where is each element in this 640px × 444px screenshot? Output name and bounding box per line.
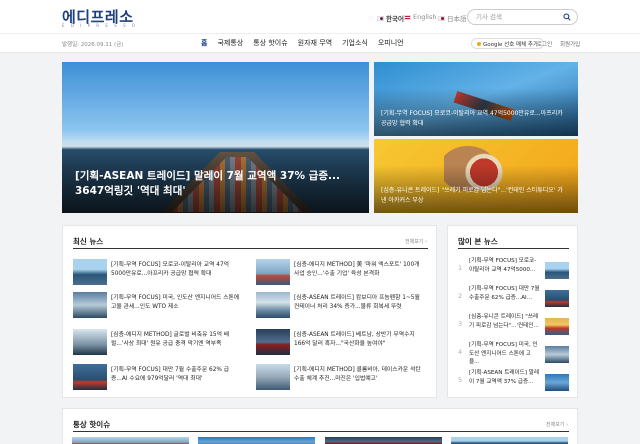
kr-flag-icon — [377, 15, 384, 21]
news-item[interactable]: [심층-에디지 METHOD] 美 '파워 엑스포트' 100개 사업 승인..… — [256, 259, 426, 287]
most-read-title: [심층-유니콘 트레이드] "쓰레기 피로감 넘는다"...'컨테인... — [469, 314, 539, 329]
most-read-thumbnail — [545, 262, 569, 279]
news-thumbnail — [73, 329, 107, 355]
news-thumbnail — [73, 292, 107, 318]
main-nav: 홈 국제통상 통상 핫이슈 원자재 무역 기업소식 오피니언 — [196, 38, 409, 48]
rank-number: 2 — [458, 292, 463, 300]
most-read-item[interactable]: 3 [심층-유니콘 트레이드] "쓰레기 피로감 넘는다"...'컨테인... — [458, 312, 570, 338]
lang-korean-label: 한국어 — [386, 15, 404, 23]
trade-hot-issues-more-link[interactable]: 전체보기 › — [546, 421, 568, 428]
hot-issue-thumbnail[interactable] — [198, 437, 315, 444]
rank-number: 4 — [458, 348, 463, 356]
most-read-item[interactable]: 4 [기획-무역 FOCUS] 미국, 인도산 엔지니어드 스톤에 고율... — [458, 340, 570, 366]
news-item[interactable]: [심층-ASEAN 트레이드] 베트남, 상반기 무역수지 166억 달러 흑자… — [256, 329, 426, 357]
most-read-title: [기획-무역 FOCUS] 모로코-이탈리아 교역 47억5000... — [469, 258, 537, 273]
hero-side-article[interactable]: [기획-무역 FOCUS] 모로코-이탈리아 교역 47억5000만유로...아… — [374, 62, 578, 136]
news-item[interactable]: [기획-무역 FOCUS] 미국, 인도산 엔지니어드 스톤에 고율 관세...… — [73, 292, 243, 320]
rank-number: 3 — [458, 320, 463, 328]
nav-item-home[interactable]: 홈 — [196, 38, 212, 48]
nav-item-trade-hot-issues[interactable]: 통상 핫이슈 — [248, 38, 292, 48]
news-thumbnail — [256, 329, 290, 355]
news-title: [기획-무역 FOCUS] 미국, 인도산 엔지니어드 스톤에 고율 관세...… — [111, 295, 240, 310]
main-nav-bar: 발행일: 2026.09.11 (금) 홈 국제통상 통상 핫이슈 원자재 무역… — [0, 33, 640, 53]
most-read-thumbnail — [545, 346, 569, 363]
hot-issue-thumbnail[interactable] — [325, 437, 442, 444]
news-title: [심층-에디지 METHOD] 글로벌 비축유 15억 배럴...'사상 최대'… — [111, 332, 230, 347]
top-bar: 에디프레소 E D I P R E S S O 한국어 English 日本語 — [0, 0, 640, 33]
most-read-thumbnail — [545, 374, 569, 391]
signup-link[interactable]: 회원가입 — [560, 40, 580, 48]
lang-english-label: English — [413, 13, 437, 21]
hot-issue-thumbnail[interactable] — [451, 437, 568, 444]
news-thumbnail — [73, 259, 107, 285]
news-title: [심층-에디지 METHOD] 美 '파워 엑스포트' 100개 사업 승인..… — [294, 262, 420, 277]
most-read-item[interactable]: 1 [기획-무역 FOCUS] 모로코-이탈리아 교역 47억5000... — [458, 256, 570, 282]
news-item[interactable]: [기획-무역 FOCUS] 대만 7월 수출주문 62% 급증...AI 수요에… — [73, 364, 243, 392]
jp-flag-icon — [438, 15, 445, 21]
rank-number: 1 — [458, 264, 463, 272]
lang-japanese-label: 日本語 — [447, 15, 467, 23]
most-read-item[interactable]: 2 [기획-무역 FOCUS] 대만 7월 수출주문 62% 급증...AI..… — [458, 284, 570, 310]
hero-side-title: [기획-무역 FOCUS] 모로코-이탈리아 교역 47억5000만유로...아… — [381, 110, 563, 127]
news-thumbnail — [73, 364, 107, 390]
news-title: [기획-에디지 METHOD] 콜롬비아, 데이스카운 석탄 수출 체계 추진.… — [294, 367, 421, 382]
news-thumbnail — [256, 259, 290, 285]
most-read-title: [기획-무역 FOCUS] 대만 7월 수출주문 62% 급증...AI... — [469, 286, 540, 301]
most-read-title: [기획-ASEAN 트레이드] 말레이 7월 교역액 37% 급증... — [469, 370, 540, 385]
hero-side-title: [심층-유니콘 트레이드] "쓰레기 피로감 넘는다"...'컨테인 스티튜디오… — [381, 187, 563, 204]
most-read-title: [기획-무역 FOCUS] 미국, 인도산 엔지니어드 스톤에 고율... — [469, 342, 538, 365]
nav-item-company-news[interactable]: 기업소식 — [337, 38, 373, 48]
nav-item-opinion[interactable]: 오피니언 — [373, 38, 409, 48]
most-read-thumbnail — [545, 290, 569, 307]
hero-main-article[interactable]: [기획-ASEAN 트레이드] 말레이 7월 교역액 37% 급증... 364… — [62, 62, 369, 213]
hot-issue-thumbnail[interactable] — [72, 437, 189, 444]
hero-main-title: [기획-ASEAN 트레이드] 말레이 7월 교역액 37% 급증... 364… — [75, 170, 340, 197]
lang-korean[interactable]: 한국어 — [377, 13, 404, 23]
us-flag-icon — [404, 14, 411, 20]
login-link[interactable]: 로그인 — [537, 40, 552, 48]
google-preferred-source-label: Google 선호 매체 추가 — [483, 41, 539, 48]
google-preferred-source-button[interactable]: Google 선호 매체 추가 — [471, 38, 545, 49]
rank-number: 5 — [458, 376, 463, 384]
nav-item-raw-materials[interactable]: 원자재 무역 — [293, 38, 337, 48]
lang-english[interactable]: English — [404, 13, 436, 21]
news-item[interactable]: [기획-에디지 METHOD] 콜롬비아, 데이스카운 석탄 수출 체계 추진.… — [256, 364, 426, 392]
trade-hot-issues-heading: 통상 핫이슈 — [73, 420, 111, 429]
news-thumbnail — [256, 292, 290, 318]
news-title: [기획-무역 FOCUS] 대만 7월 수출주문 62% 급증...AI 수요에… — [111, 367, 230, 382]
news-item[interactable]: [심층-에디지 METHOD] 글로벌 비축유 15억 배럴...'사상 최대'… — [73, 329, 243, 357]
site-logo-subtitle: E D I P R E S S O — [62, 23, 138, 28]
nav-item-international-trade[interactable]: 국제통상 — [212, 38, 248, 48]
most-read-panel: 많이 본 뉴스 1 [기획-무역 FOCUS] 모로코-이탈리아 교역 47억5… — [447, 225, 578, 398]
news-item[interactable]: [심층-ASEAN 트레이드] 캄보디아 프놈펜항 1~5월 컨테이너 처리 3… — [256, 292, 426, 320]
lang-japanese[interactable]: 日本語 — [438, 13, 467, 23]
news-title: [기획-무역 FOCUS] 모로코-이탈리아 교역 47억5000만유로...아… — [111, 262, 229, 277]
most-read-heading: 많이 본 뉴스 — [458, 237, 498, 246]
search-icon[interactable] — [563, 13, 571, 21]
latest-news-panel: 최신 뉴스 전체보기 › [기획-무역 FOCUS] 모로코-이탈리아 교역 4… — [62, 225, 437, 398]
publish-date: 발행일: 2026.09.11 (금) — [62, 42, 124, 48]
news-item[interactable]: [기획-무역 FOCUS] 모로코-이탈리아 교역 47억5000만유로...아… — [73, 259, 243, 287]
news-title: [심층-ASEAN 트레이드] 캄보디아 프놈펜항 1~5월 컨테이너 처리 3… — [294, 295, 420, 310]
latest-news-more-link[interactable]: 전체보기 › — [405, 238, 427, 245]
news-thumbnail — [256, 364, 290, 390]
search-box — [467, 9, 578, 25]
most-read-thumbnail — [545, 318, 569, 335]
most-read-item[interactable]: 5 [기획-ASEAN 트레이드] 말레이 7월 교역액 37% 급증... — [458, 368, 570, 394]
news-title: [심층-ASEAN 트레이드] 베트남, 상반기 무역수지 166억 달러 흑자… — [294, 332, 415, 347]
search-input[interactable] — [476, 13, 566, 21]
google-star-icon — [477, 41, 481, 46]
hero-side-article[interactable]: [심층-유니콘 트레이드] "쓰레기 피로감 넘는다"...'컨테인 스티튜디오… — [374, 139, 578, 213]
latest-news-heading: 최신 뉴스 — [73, 237, 104, 246]
